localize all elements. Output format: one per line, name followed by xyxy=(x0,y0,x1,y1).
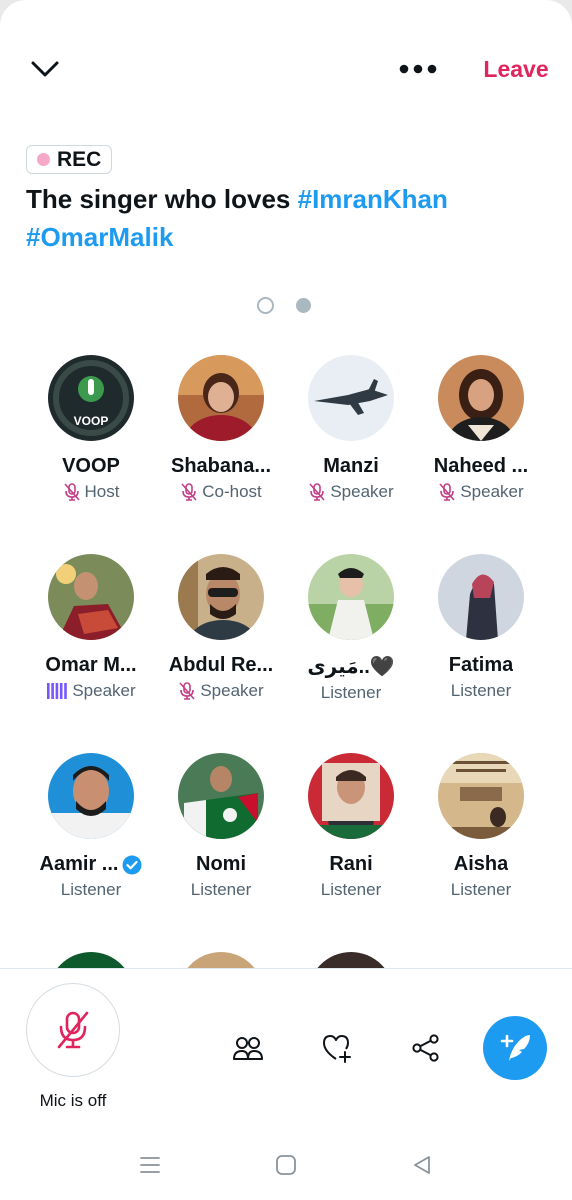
avatar[interactable] xyxy=(308,753,394,839)
participant-row-partial xyxy=(26,952,546,968)
mic-off-icon xyxy=(57,1011,89,1049)
space-title: The singer who loves #ImranKhan #OmarMal… xyxy=(26,180,546,256)
compose-tweet-button[interactable] xyxy=(483,1016,547,1080)
participant-card[interactable]: Fatima Listener xyxy=(416,554,546,726)
participant-role: Listener xyxy=(450,681,512,700)
participant-name: Aisha xyxy=(453,853,509,875)
feather-plus-icon xyxy=(500,1034,530,1061)
participant-name: Abdul Re... xyxy=(168,654,274,676)
participant-role: Speaker xyxy=(178,681,264,701)
participant-card[interactable]: Naheed ... Speaker xyxy=(416,355,546,527)
participant-name: مَیری..🖤 xyxy=(307,656,395,678)
avatar[interactable] xyxy=(48,554,134,640)
share-icon xyxy=(412,1034,439,1062)
participant-name: Manzi xyxy=(323,455,379,477)
page-indicator xyxy=(257,297,311,314)
participant-role: Listener xyxy=(320,683,382,702)
participant-role: Host xyxy=(63,482,119,502)
avatar[interactable] xyxy=(438,355,524,441)
participant-role: Speaker xyxy=(46,681,136,701)
nav-recents-button[interactable] xyxy=(136,1151,164,1179)
participant-card[interactable]: Aisha Listener xyxy=(416,753,546,925)
chevron-down-icon xyxy=(31,61,59,77)
avatar[interactable] xyxy=(178,554,264,640)
participant-name: Naheed ... xyxy=(433,455,529,477)
participant-name: Omar M... xyxy=(45,654,137,676)
participant-name: Nomi xyxy=(196,853,246,875)
avatar[interactable] xyxy=(178,355,264,441)
minimize-chevron-button[interactable] xyxy=(26,52,64,86)
space-title-text: The singer who loves xyxy=(26,184,298,214)
back-triangle-icon xyxy=(414,1156,430,1174)
avatar[interactable] xyxy=(178,753,264,839)
participant-card[interactable]: Abdul Re... Speaker xyxy=(156,554,286,726)
home-square-icon xyxy=(276,1155,296,1175)
mic-off-icon xyxy=(439,483,455,501)
mic-status-label: Mic is off xyxy=(39,1091,107,1110)
mic-off-icon xyxy=(309,483,325,501)
hashtag-link[interactable]: #ImranKhan xyxy=(298,184,448,214)
avatar[interactable] xyxy=(48,952,134,968)
participant-card[interactable]: VOOP VOOP Host xyxy=(26,355,156,527)
participant-role: Speaker xyxy=(308,482,394,502)
react-button[interactable] xyxy=(320,1031,354,1065)
nav-back-button[interactable] xyxy=(408,1151,436,1179)
avatar[interactable] xyxy=(438,753,524,839)
menu-lines-icon xyxy=(140,1157,160,1173)
participant-name: Shabana... xyxy=(170,455,272,477)
participant-role: Speaker xyxy=(438,482,524,502)
recording-badge: REC xyxy=(26,145,113,174)
heart-plus-icon xyxy=(323,1035,351,1063)
participant-role: Listener xyxy=(320,880,382,899)
mic-off-icon xyxy=(181,483,197,501)
recording-dot-icon xyxy=(37,153,50,166)
participant-card[interactable]: Manzi Speaker xyxy=(286,355,416,527)
speaking-bars-icon xyxy=(47,683,68,699)
participant-role: Listener xyxy=(450,880,512,899)
mic-off-icon xyxy=(63,483,80,501)
hashtag-link[interactable]: #OmarMalik xyxy=(26,222,173,252)
participant-role: Listener xyxy=(190,880,252,899)
participant-name: Rani xyxy=(329,853,373,875)
avatar[interactable] xyxy=(308,355,394,441)
page-dot[interactable] xyxy=(257,297,274,314)
participant-card[interactable]: Aamir ... Listener xyxy=(26,753,156,925)
mic-off-icon xyxy=(179,682,195,700)
verified-badge-icon xyxy=(122,855,142,874)
participant-role: Listener xyxy=(60,880,122,899)
participant-name: Fatima xyxy=(448,654,514,676)
bottom-bar: Mic is off xyxy=(0,968,572,1200)
avatar[interactable] xyxy=(308,952,394,968)
participant-grid: VOOP VOOP Host Shabana... Co-host Manzi … xyxy=(26,355,546,925)
svg-text:VOOP: VOOP xyxy=(74,414,109,428)
more-options-button[interactable] xyxy=(396,56,440,82)
avatar[interactable] xyxy=(438,554,524,640)
participant-name: Aamir ... xyxy=(40,853,143,876)
participant-card[interactable]: Nomi Listener xyxy=(156,753,286,925)
leave-button[interactable]: Leave xyxy=(476,52,556,86)
people-icon xyxy=(233,1037,263,1060)
more-dots-icon xyxy=(399,64,437,74)
space-sheet: Leave REC The singer who loves #ImranKha… xyxy=(0,0,572,1200)
avatar[interactable] xyxy=(178,952,264,968)
avatar[interactable] xyxy=(308,554,394,640)
page-dot-active[interactable] xyxy=(296,298,311,313)
participant-card[interactable]: Omar M... Speaker xyxy=(26,554,156,726)
participant-card[interactable]: Rani Listener xyxy=(286,753,416,925)
participant-card[interactable]: مَیری..🖤 Listener xyxy=(286,554,416,726)
participant-card[interactable]: Shabana... Co-host xyxy=(156,355,286,527)
participant-role: Co-host xyxy=(180,482,262,502)
share-button[interactable] xyxy=(409,1031,443,1065)
recording-label: REC xyxy=(57,147,102,171)
avatar[interactable]: VOOP xyxy=(48,355,134,441)
mic-toggle-button[interactable] xyxy=(26,983,120,1077)
nav-home-button[interactable] xyxy=(272,1151,300,1179)
participants-button[interactable] xyxy=(231,1031,265,1065)
avatar[interactable] xyxy=(48,753,134,839)
participant-name: VOOP xyxy=(62,455,120,477)
